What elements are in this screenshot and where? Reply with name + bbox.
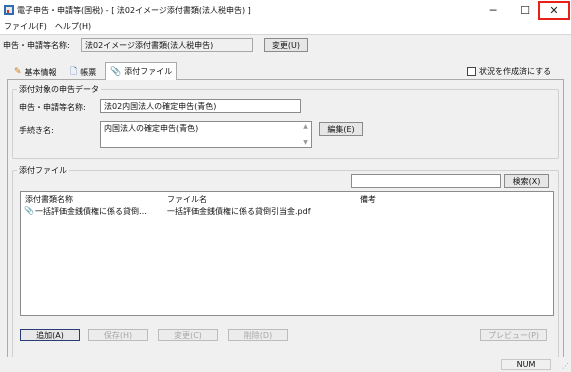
form-name-bar: 申告・申請等名称: 法02イメージ添付書類(法人税申告) 変更(U) (0, 34, 571, 54)
tab-forms[interactable]: 🗋 帳票 (66, 64, 100, 80)
search-button[interactable]: 検索(X) (504, 174, 549, 188)
procedure-name-text: 内国法人の確定申告(青色) (104, 124, 199, 133)
tab-attachments-label: 添付ファイル (124, 67, 173, 76)
menu-help[interactable]: ヘルプ(H) (51, 20, 95, 34)
procedure-name-field: 内国法人の確定申告(青色) ▲ ▼ (100, 121, 312, 148)
search-input[interactable] (351, 174, 501, 188)
col-note[interactable]: 備考 (360, 194, 376, 205)
resize-grip-icon[interactable]: ⋰ (562, 362, 569, 370)
target-data-group: 添付対象の申告データ 申告・申請等名称: 法02内国法人の確定申告(青色) 手続… (12, 84, 559, 159)
row-file-name: 一括評価金銭債権に係る貸倒引当金.pdf (167, 207, 311, 216)
edit-button[interactable]: 編集(E) (319, 122, 363, 136)
menu-file[interactable]: ファイル(F) (0, 20, 51, 34)
form-name-label: 申告・申請等名称: (3, 41, 70, 50)
minimize-button[interactable]: ─ (478, 0, 508, 20)
declaration-name-label: 申告・申請等名称: (19, 103, 86, 112)
checkbox-box[interactable] (467, 67, 476, 76)
num-lock-indicator: NUM (501, 359, 551, 370)
attached-files-group: 添付ファイル 検索(X) 添付書類名称 ファイル名 備考 📎 一括評価金銭債権に… (12, 165, 559, 359)
table-row[interactable]: 📎 一括評価金銭債権に係る貸倒… 一括評価金銭債権に係る貸倒引当金.pdf (21, 205, 553, 218)
change-button[interactable]: 変更(C) (158, 329, 218, 341)
paperclip-icon: 📎 (110, 66, 122, 77)
attached-files-title: 添付ファイル (17, 165, 69, 176)
tab-attachments[interactable]: 📎 添付ファイル (105, 62, 178, 80)
title-bar: 電子申告・申請等(国税) - [ 法02イメージ添付書類(法人税申告) ] ─ … (0, 0, 571, 20)
preview-button[interactable]: プレビュー(P) (480, 329, 547, 341)
tab-forms-label: 帳票 (80, 67, 97, 77)
procedure-name-label: 手続き名: (19, 126, 54, 135)
close-button[interactable]: ✕ (538, 1, 570, 20)
scroll-down-icon[interactable]: ▼ (303, 139, 308, 146)
change-form-button[interactable]: 変更(U) (264, 38, 308, 52)
procedure-scrollbar[interactable]: ▲ ▼ (301, 123, 310, 146)
paperclip-icon: 📎 (24, 206, 34, 215)
pencil-icon: ✎ (14, 67, 22, 77)
scroll-up-icon[interactable]: ▲ (303, 123, 308, 130)
status-bar: NUM ⋰ (0, 357, 571, 372)
tab-basic-info-label: 基本情報 (24, 67, 57, 77)
list-header: 添付書類名称 ファイル名 備考 (21, 192, 553, 204)
maximize-button[interactable]: ☐ (510, 0, 540, 20)
row-doc-name: 一括評価金銭債権に係る貸倒… (35, 207, 147, 216)
menu-bar: ファイル(F) ヘルプ(H) (0, 20, 571, 34)
save-button[interactable]: 保存(H) (88, 329, 148, 341)
col-doc-name[interactable]: 添付書類名称 (25, 194, 73, 205)
form-name-field: 法02イメージ添付書類(法人税申告) (81, 38, 253, 52)
target-data-title: 添付対象の申告データ (17, 84, 101, 95)
create-status-label: 状況を作成済にする (479, 67, 552, 76)
tabs-area: ✎ 基本情報 🗋 帳票 📎 添付ファイル 状況を作成済にする 添付対象の申告デー… (0, 54, 571, 372)
attachments-list[interactable]: 添付書類名称 ファイル名 備考 📎 一括評価金銭債権に係る貸倒… 一括評価金銭債… (20, 191, 554, 316)
delete-button[interactable]: 削除(D) (228, 329, 288, 341)
add-button[interactable]: 追加(A) (20, 329, 80, 341)
declaration-name-field: 法02内国法人の確定申告(青色) (100, 99, 301, 113)
attachments-panel: 添付対象の申告データ 申告・申請等名称: 法02内国法人の確定申告(青色) 手続… (7, 79, 564, 366)
col-file-name[interactable]: ファイル名 (167, 194, 207, 205)
tab-basic-info[interactable]: ✎ 基本情報 (10, 64, 61, 80)
window-title: 電子申告・申請等(国税) - [ 法02イメージ添付書類(法人税申告) ] (17, 6, 251, 15)
document-icon: 🗋 (70, 67, 78, 77)
create-status-checkbox[interactable]: 状況を作成済にする (467, 66, 551, 77)
app-icon (4, 5, 14, 15)
